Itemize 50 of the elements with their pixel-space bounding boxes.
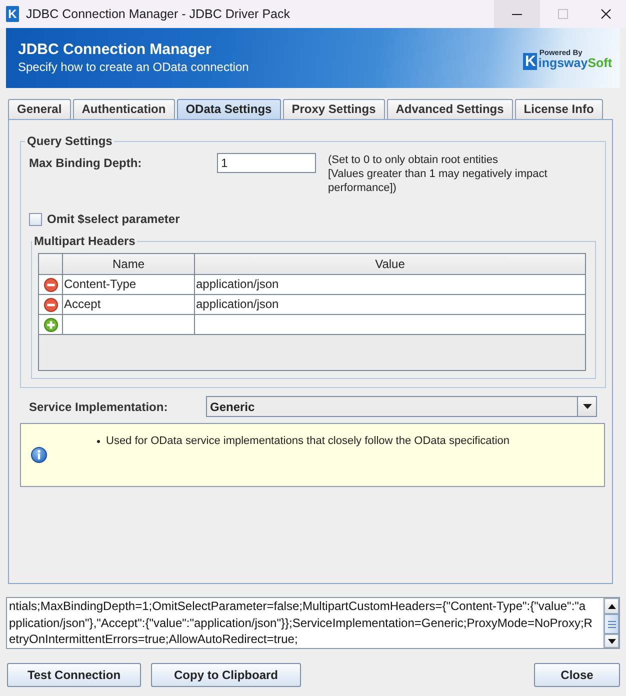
caret-down-icon — [582, 404, 592, 409]
scrollbar-track[interactable] — [603, 598, 619, 648]
copy-button[interactable]: Copy to Clipboard — [151, 663, 301, 687]
field-label: Service Implementation: — [29, 400, 169, 414]
column-header[interactable]: Name — [63, 254, 195, 274]
checkbox-label[interactable]: Omit $select parameter — [47, 212, 180, 226]
caret-up-icon — [608, 604, 616, 608]
service-implementation-dropdown[interactable]: Generic — [206, 396, 597, 417]
table-cell-text: application/json — [195, 276, 280, 293]
dialog-title: JDBC Connection Manager — [18, 41, 212, 59]
scroll-up-button[interactable] — [604, 598, 619, 614]
logo-wordmark-suffix: Soft — [588, 57, 612, 70]
checkbox[interactable] — [29, 212, 42, 226]
tab[interactable]: Authentication — [72, 99, 175, 119]
tab[interactable]: Advanced Settings — [386, 99, 513, 119]
tab[interactable]: License Info — [514, 99, 603, 119]
caret-down-icon — [608, 638, 616, 644]
logo-tile: K — [523, 53, 538, 70]
field-label: Max Binding Depth: — [29, 155, 143, 172]
test-connection-button[interactable]: Test Connection — [7, 663, 141, 687]
grip-icon — [608, 620, 616, 628]
tab[interactable]: Proxy Settings — [282, 99, 385, 119]
table-cell: Accept — [63, 295, 195, 314]
max-binding-depth-field[interactable]: 1 — [217, 153, 316, 173]
bullet-icon — [97, 440, 100, 442]
minus-circle-icon[interactable] — [44, 298, 58, 312]
tab[interactable]: General — [8, 99, 71, 119]
plus-circle-icon[interactable] — [44, 318, 58, 332]
table-row[interactable] — [39, 315, 585, 335]
app-icon: K — [6, 6, 19, 22]
connection-string-field[interactable]: ntials;MaxBindingDepth=1;OmitSelectParameter=false;MultipartCustomHeaders={"Content-Type":{"value":"a pplication/json"},"Accept":{"value":"application/json"}};ServiceImplementation=Generic;ProxyMode=NoProxy;R etryOnIntermittentErrors=true;AllowAutoRedirect=true; — [6, 597, 620, 649]
info-icon — [31, 447, 47, 463]
scroll-thumb[interactable] — [604, 614, 619, 634]
window-title: JDBC Connection Manager - JDBC Driver Pack — [26, 7, 291, 21]
description-text: Used for OData service implementations that closely follow the OData specification — [106, 434, 510, 448]
maximize-icon — [558, 9, 568, 19]
table-cell: Content-Type — [63, 275, 195, 294]
tab[interactable]: OData Settings — [176, 99, 281, 119]
logo-wordmark: ingsway — [538, 57, 588, 70]
minus-circle-icon[interactable] — [44, 278, 58, 292]
close-dialog-button[interactable]: Close — [534, 663, 620, 687]
scroll-down-button[interactable] — [604, 634, 619, 648]
close-icon — [601, 9, 611, 19]
group-title: Multipart Headers — [33, 234, 136, 248]
hint-text: (Set to 0 to only obtain root entities [Values greater than 1 may negatively impact performance]) — [328, 153, 548, 195]
dialog-subtitle: Specify how to create an OData connection — [18, 59, 249, 75]
group-title: Query Settings — [26, 134, 114, 148]
dropdown-arrow-button[interactable] — [577, 397, 596, 416]
column-header[interactable]: Value — [195, 254, 585, 274]
table-cell-text: application/json — [195, 296, 280, 313]
